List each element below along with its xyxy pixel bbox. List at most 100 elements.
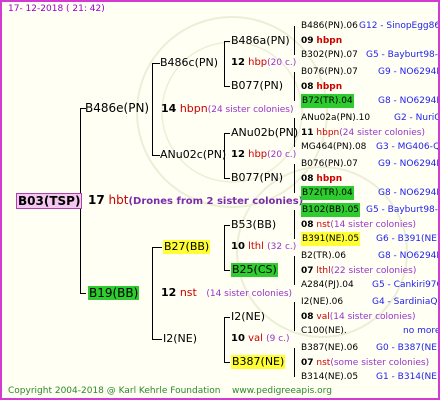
connector [224, 41, 225, 86]
g1-num-1: 12 [161, 286, 177, 299]
root-num: 17 [88, 193, 105, 207]
g2-num-3: 10 [231, 333, 245, 344]
g3-code-0: hbpn [316, 36, 343, 46]
g2-queen-2[interactable]: B27(BB) [163, 240, 211, 254]
g1-mating-1: 12 nst (14 sister colonies) [161, 286, 292, 301]
g4-queen-14[interactable]: B387(NE).06 [301, 341, 358, 355]
connector [294, 348, 295, 377]
g3-mating-0: 09 hbpn [301, 34, 342, 48]
g4-queen-12[interactable]: I2(NE).06 [301, 295, 343, 309]
g3-queen-3[interactable]: B077(PN) [231, 171, 283, 185]
g4-info-8: G5 - Bayburt98-3 [366, 205, 440, 215]
g3-queen-5[interactable]: B25(CS) [231, 263, 278, 277]
connector [80, 293, 86, 294]
connector [294, 164, 295, 193]
g4-queen-9[interactable]: B391(NE).05 [301, 232, 361, 246]
g4-info-3: G8 - NO6294R [378, 96, 440, 106]
g2-mating-1: 12 hbp(20 c.) [231, 148, 296, 162]
g4-queen-10[interactable]: B2(TR).06 [301, 249, 346, 263]
g3-num-1: 08 [301, 82, 314, 92]
g3-num-0: 09 [301, 36, 314, 46]
g2-code-0: hbp [248, 57, 268, 68]
connector [224, 86, 230, 87]
g3-code-4: nst [316, 220, 331, 230]
g4-queen-13[interactable]: C100(NE). [301, 324, 347, 338]
g2-desc-1: (20 c.) [267, 150, 297, 160]
g1-code-0: hbpn [179, 102, 208, 115]
g3-mating-6: 08 val(14 sister colonies) [301, 310, 415, 324]
connector [224, 317, 225, 362]
g3-code-3: hbpn [316, 174, 343, 184]
root-inbreeding: 17 hbt(Drones from 2 sister colonies) [88, 193, 303, 209]
root-code: hbt [108, 193, 129, 207]
g4-info-14: G0 - B387(NE) [376, 343, 440, 353]
g3-desc-4: (14 sister colonies) [330, 220, 417, 230]
g3-desc-2: (24 sister colonies) [339, 128, 425, 138]
g2-desc-0: (20 c.) [267, 58, 297, 68]
g3-queen-1[interactable]: B077(PN) [231, 79, 283, 93]
g4-info-6: G9 - NO6294R [378, 159, 440, 169]
g2-queen-1[interactable]: ANu02c(PN) [160, 148, 226, 162]
g3-queen-6[interactable]: I2(NE) [231, 310, 265, 324]
g3-num-4: 08 [301, 220, 314, 230]
g3-queen-2[interactable]: ANu02b(PN) [231, 126, 298, 140]
g3-desc-5: (22 sister colonies) [330, 266, 417, 276]
connector [294, 72, 295, 101]
connector [224, 225, 225, 270]
g4-info-12: G4 - SardiniaQ [372, 297, 438, 307]
g2-num-2: 10 [231, 241, 245, 252]
copyright: Copyright 2004-2018 @ Karl Kehrle Founda… [8, 386, 221, 396]
g1-queen-0[interactable]: B486e(PN) [85, 101, 149, 115]
g4-info-11: G5 - Cankiri97Q [372, 280, 440, 290]
g4-queen-1[interactable]: B302(PN).07 [301, 48, 358, 62]
g4-queen-4[interactable]: ANu02a(PN).10 [301, 111, 370, 125]
g4-queen-11[interactable]: A284(PJ).04 [301, 278, 354, 292]
g4-queen-15[interactable]: B314(NE).05 [301, 370, 358, 384]
g3-queen-0[interactable]: B486a(PN) [231, 34, 290, 48]
g1-desc-0: (24 sister colonies) [207, 105, 294, 115]
g3-queen-7[interactable]: B387(NE) [231, 355, 286, 369]
g4-info-7: G8 - NO6294R [378, 188, 440, 198]
g4-queen-3[interactable]: B72(TR).04 [301, 94, 354, 108]
connector [224, 225, 230, 226]
g4-queen-6[interactable]: B076(PN).07 [301, 157, 358, 171]
g3-num-3: 08 [301, 174, 314, 184]
g4-queen-5[interactable]: MG464(PN).08 [301, 140, 366, 154]
g2-queen-0[interactable]: B486c(PN) [160, 56, 218, 70]
g4-info-4: G2 - NuriQ [394, 113, 440, 123]
g4-queen-2[interactable]: B076(PN).07 [301, 65, 358, 79]
g4-info-2: G9 - NO6294R [378, 67, 440, 77]
g3-queen-4[interactable]: B53(BB) [231, 218, 276, 232]
g1-num-0: 14 [161, 102, 177, 115]
connector [294, 210, 295, 239]
connector [152, 339, 162, 340]
pedigree-page: 17- 12-2018 ( 21: 42) Copyright 2004-201… [0, 0, 440, 400]
g4-queen-7[interactable]: B72(TR).04 [301, 186, 354, 200]
g4-queen-0[interactable]: B486(PN).06 [301, 19, 358, 33]
g2-desc-3: (9 c.) [266, 334, 290, 344]
g3-mating-7: 07 nst(some sister colonies) [301, 356, 429, 370]
g3-code-2: hbpn [316, 128, 340, 138]
connector [224, 317, 230, 318]
g4-queen-8[interactable]: B102(BB).05 [301, 203, 361, 217]
g1-code-1: nst [179, 286, 197, 299]
g4-info-13: no more [403, 326, 440, 336]
g3-code-1: hbpn [316, 82, 343, 92]
g1-queen-1[interactable]: B19(BB) [88, 286, 140, 300]
g2-mating-2: 10 lthl (32 c.) [231, 240, 296, 254]
g2-desc-2: (32 c.) [267, 242, 297, 252]
g2-code-2: lthl [248, 241, 264, 252]
g2-queen-3[interactable]: I2(NE) [163, 332, 197, 346]
g4-info-0: G12 - SinopEgg86R [359, 21, 440, 31]
connector [224, 270, 230, 271]
g4-info-15: G1 - B314(NE) [376, 372, 440, 382]
date-stamp: 17- 12-2018 ( 21: 42) [8, 4, 105, 14]
g2-num-1: 12 [231, 149, 245, 160]
g2-code-3: val [248, 333, 263, 344]
connector [152, 63, 160, 64]
g2-code-1: hbp [248, 149, 268, 160]
site-link[interactable]: www.pedigreeapis.org [232, 384, 332, 398]
g4-info-5: G3 - MG406-Q [376, 142, 440, 152]
connector [224, 41, 230, 42]
root-queen[interactable]: B03(TSP) [16, 193, 83, 209]
